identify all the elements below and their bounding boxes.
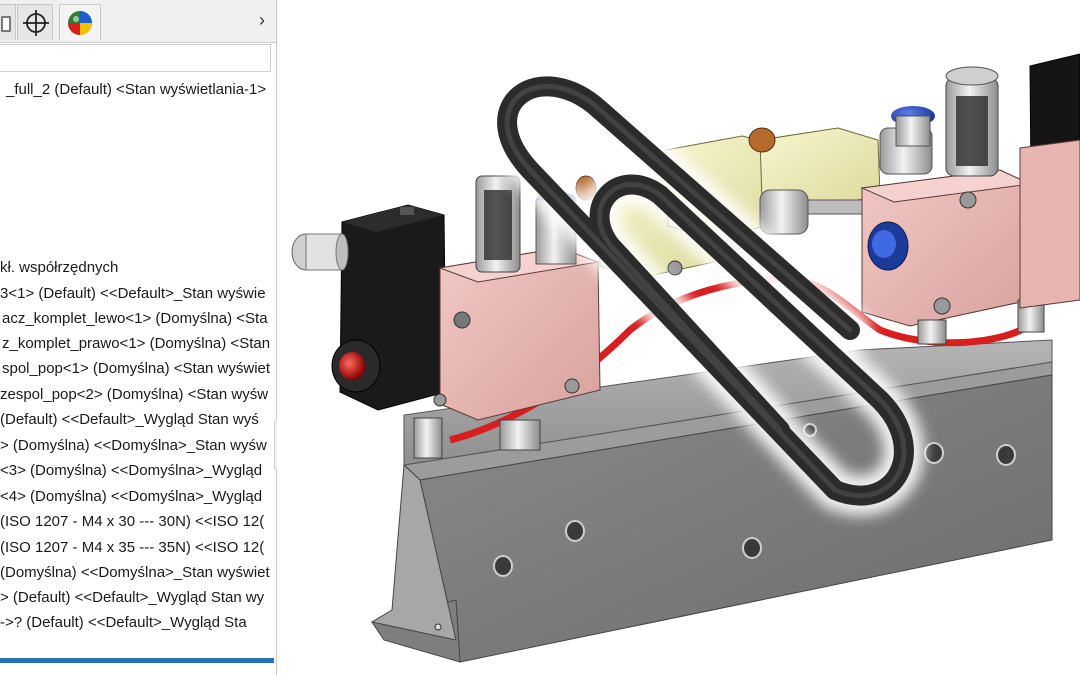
tree-item-component[interactable]: <3> (Domyślna) <<Domyślna>_Wygląd	[0, 460, 262, 482]
chevron-right-icon[interactable]: ›	[254, 10, 270, 30]
panel-accent-bar	[0, 658, 274, 663]
tree-item-coordinate-system[interactable]: kł. współrzędnych	[0, 257, 118, 279]
tree-item-component[interactable]: (Domyślna) <<Domyślna>_Stan wyświet	[0, 562, 270, 584]
tree-item-component[interactable]: > (Default) <<Default>_Wygląd Stan wy	[0, 587, 264, 609]
tree-item-component[interactable]: z_komplet_prawo<1> (Domyślna) <Stan	[2, 333, 270, 355]
tree-item-component[interactable]: (Default) <<Default>_Wygląd Stan wyś	[0, 409, 259, 431]
right-manifold-block	[860, 169, 1045, 345]
left-solenoid	[291, 204, 447, 411]
manager-tab-bar: ›	[0, 0, 276, 43]
assembly-model-render	[291, 53, 1080, 663]
tab-dimxpert-manager[interactable]	[17, 4, 53, 40]
tree-root-assembly[interactable]: _full_2 (Default) <Stan wyświetlania-1>	[6, 79, 266, 101]
tree-item-component[interactable]: > (Domyślna) <<Domyślna>_Stan wyśw	[0, 435, 267, 457]
tree-item-component[interactable]: zespol_pop<2> (Domyślna) <Stan wyśw	[0, 384, 268, 406]
tree-item-component[interactable]: spol_pop<1> (Domyślna) <Stan wyświet	[2, 358, 270, 380]
dimxpert-manager-icon	[23, 10, 49, 36]
tab-configuration-manager[interactable]	[0, 4, 16, 40]
display-manager-icon	[68, 11, 92, 35]
tree-filter-field[interactable]	[0, 44, 271, 72]
feature-manager-panel: › _full_2 (Default) <Stan wyświetlania-1…	[0, 0, 277, 675]
tree-item-component[interactable]: (ISO 1207 - M4 x 30 --- 30N) <<ISO 12(	[0, 511, 264, 533]
right-solenoid	[1019, 53, 1080, 309]
tree-item-component[interactable]: acz_komplet_lewo<1> (Domyślna) <Sta	[2, 308, 268, 330]
configuration-manager-icon	[1, 16, 11, 32]
right-fittings	[879, 66, 999, 177]
tree-item-component[interactable]: (ISO 1207 - M4 x 35 --- 35N) <<ISO 12(	[0, 537, 264, 559]
tree-item-component[interactable]: ->? (Default) <<Default>_Wygląd Sta	[0, 612, 247, 634]
graphics-viewport[interactable]	[277, 0, 1080, 675]
tree-item-component[interactable]: <4> (Domyślna) <<Domyślna>_Wygląd	[0, 486, 262, 508]
tree-item-component[interactable]: 3<1> (Default) <<Default>_Stan wyświe	[0, 283, 266, 305]
tab-display-manager[interactable]	[59, 4, 101, 40]
